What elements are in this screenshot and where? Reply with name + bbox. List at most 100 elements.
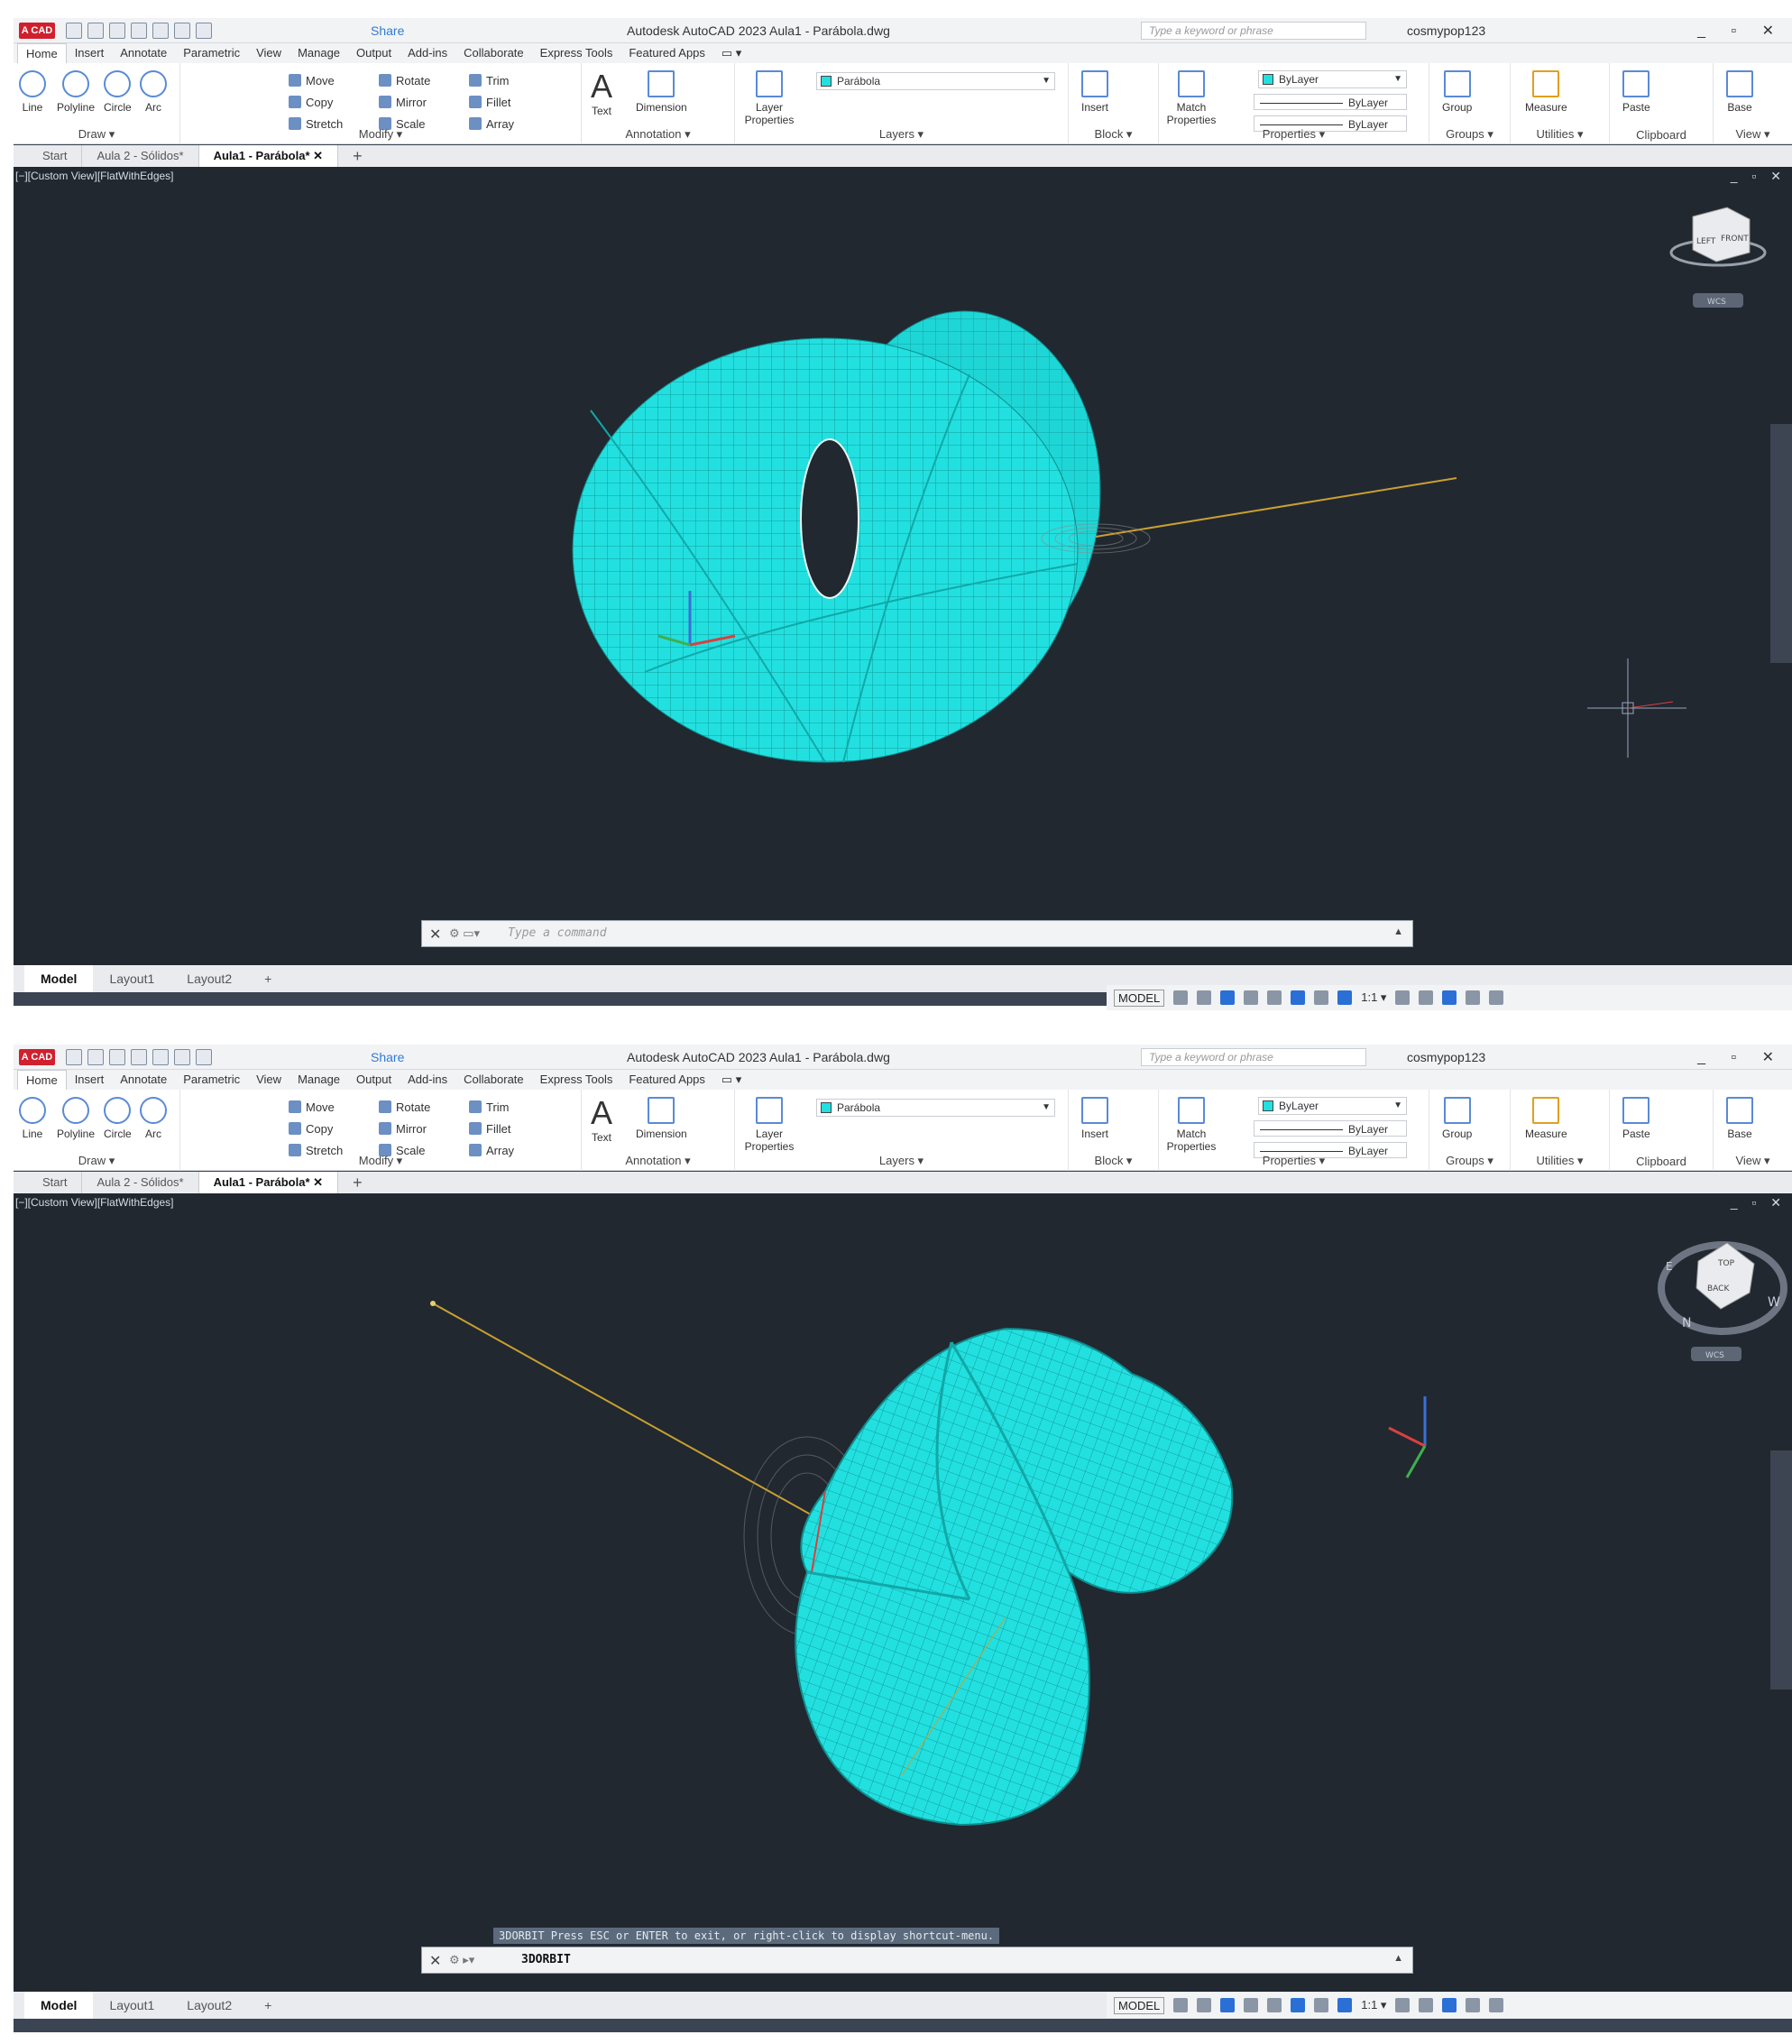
tab-featured-apps[interactable]: Featured Apps	[620, 1070, 713, 1090]
color-dropdown[interactable]: ByLayer ▼	[1258, 70, 1407, 88]
window-controls[interactable]: _ ▫ ✕	[1697, 22, 1785, 40]
ortho-icon[interactable]	[1220, 1998, 1236, 2012]
view-caption[interactable]: View ▾	[1714, 1154, 1792, 1168]
rotate-button[interactable]: Rotate	[379, 1100, 430, 1114]
isolate-icon[interactable]	[1419, 990, 1434, 1005]
arc-button[interactable]: Arc	[140, 1097, 167, 1140]
file-tab-aula1[interactable]: Aula1 - Parábola* ✕	[198, 145, 339, 167]
layout-tab-model[interactable]: Model	[24, 1992, 94, 2019]
layer-dropdown[interactable]: Parábola ▼	[816, 72, 1055, 90]
layer-properties-button[interactable]: Layer Properties	[742, 70, 796, 126]
viewcube-back-face[interactable]: BACK	[1707, 1284, 1730, 1294]
line-button[interactable]: Line	[19, 70, 46, 114]
file-tab-aula2[interactable]: Aula 2 - Sólidos*	[82, 145, 199, 167]
annotation-visibility-icon[interactable]	[1337, 1998, 1353, 2012]
plot-icon[interactable]	[152, 23, 169, 39]
viewcube-left-face[interactable]: LEFT	[1696, 237, 1716, 246]
tab-express-tools[interactable]: Express Tools	[532, 1070, 621, 1090]
match-properties-button[interactable]: Match Properties	[1164, 1097, 1218, 1153]
clean-screen-icon[interactable]	[1466, 1998, 1481, 2012]
move-button[interactable]: Move	[289, 74, 335, 87]
group-button[interactable]: Group	[1442, 1097, 1472, 1140]
redo-icon[interactable]	[196, 1049, 212, 1065]
group-button[interactable]: Group	[1442, 70, 1472, 114]
customize-menu-icon[interactable]	[1489, 1998, 1504, 2012]
paste-button[interactable]: Paste	[1622, 1097, 1650, 1140]
layers-caption[interactable]: Layers ▾	[735, 127, 1068, 142]
draw-caption[interactable]: Draw ▾	[14, 1154, 179, 1168]
compass-north[interactable]: N	[1682, 1316, 1691, 1330]
user-account[interactable]: cosmypop123	[1407, 23, 1485, 38]
search-input[interactable]: Type a keyword or phrase	[1141, 1048, 1366, 1066]
command-customize-icon[interactable]: ⚙ ▭▾	[449, 926, 480, 941]
save-icon[interactable]	[109, 23, 125, 39]
arc-button[interactable]: Arc	[140, 70, 167, 114]
block-caption[interactable]: Block ▾	[1069, 127, 1158, 142]
compass-west[interactable]: W	[1768, 1295, 1780, 1310]
command-customize-icon[interactable]: ⚙ ▸▾	[449, 1953, 474, 1967]
share-button[interactable]: Share	[371, 1050, 404, 1064]
lineweight-icon[interactable]	[1314, 990, 1329, 1005]
utilities-caption[interactable]: Utilities ▾	[1511, 127, 1609, 142]
window-controls[interactable]: _ ▫ ✕	[1697, 1048, 1785, 1066]
trim-button[interactable]: Trim	[469, 1100, 510, 1114]
clipboard-caption[interactable]: Clipboard	[1610, 128, 1713, 142]
command-input[interactable]: 3DORBIT	[521, 1953, 571, 1966]
redo-icon[interactable]	[196, 23, 212, 39]
base-button[interactable]: Base	[1726, 70, 1753, 114]
model-scene[interactable]: TOP BACK N W E WCS	[14, 1193, 1792, 1992]
trim-button[interactable]: Trim	[469, 74, 510, 87]
close-icon[interactable]: ✕	[313, 149, 323, 162]
workspace-gear-icon[interactable]	[1395, 1998, 1411, 2012]
save-icon[interactable]	[109, 1049, 125, 1065]
viewcube[interactable]: LEFT FRONT WCS	[1669, 207, 1767, 308]
close-icon[interactable]: ✕	[313, 1175, 323, 1189]
circle-button[interactable]: Circle	[104, 1097, 132, 1140]
layout-tab-layout2[interactable]: Layout2	[170, 1992, 248, 2019]
hardware-acceleration-icon[interactable]	[1442, 990, 1457, 1005]
annotation-scale[interactable]: 1:1 ▾	[1361, 1998, 1386, 2012]
tab-output[interactable]: Output	[348, 1070, 400, 1090]
tab-panel-toggle[interactable]: ▭ ▾	[713, 43, 749, 63]
wcs-menu[interactable]: WCS	[1705, 1351, 1724, 1360]
tab-annotate[interactable]: Annotate	[112, 1070, 175, 1090]
plot-icon[interactable]	[152, 1049, 169, 1065]
polyline-button[interactable]: Polyline	[57, 1097, 95, 1140]
osnap-icon[interactable]	[1267, 990, 1282, 1005]
utilities-caption[interactable]: Utilities ▾	[1511, 1154, 1609, 1168]
layer-properties-button[interactable]: Layer Properties	[742, 1097, 796, 1153]
tab-collaborate[interactable]: Collaborate	[455, 43, 532, 63]
copy-button[interactable]: Copy	[289, 96, 333, 109]
text-button[interactable]: A Text	[591, 1095, 612, 1145]
compass-east[interactable]: E	[1666, 1260, 1673, 1273]
file-tab-start[interactable]: Start	[28, 1172, 83, 1193]
share-button[interactable]: Share	[371, 23, 404, 38]
clean-screen-icon[interactable]	[1466, 990, 1481, 1005]
save-as-icon[interactable]	[131, 1049, 147, 1065]
workspace-gear-icon[interactable]	[1395, 990, 1411, 1005]
circle-button[interactable]: Circle	[104, 70, 132, 114]
tab-featured-apps[interactable]: Featured Apps	[620, 43, 713, 63]
new-icon[interactable]	[66, 23, 82, 39]
fillet-button[interactable]: Fillet	[469, 1122, 510, 1136]
command-line[interactable]: ✕ ⚙ ▭▾ Type a command ▲	[421, 920, 1413, 947]
properties-caption[interactable]: Properties ▾	[1159, 127, 1429, 142]
properties-caption[interactable]: Properties ▾	[1159, 1154, 1429, 1168]
snap-icon[interactable]	[1197, 990, 1212, 1005]
autocad-logo[interactable]: A CAD	[19, 1049, 55, 1065]
annotation-caption[interactable]: Annotation ▾	[582, 127, 734, 142]
modify-caption[interactable]: Modify ▾	[180, 1154, 581, 1168]
dimension-button[interactable]: Dimension	[636, 1097, 687, 1140]
model-space-toggle[interactable]: MODEL	[1114, 989, 1165, 1007]
modify-caption[interactable]: Modify ▾	[180, 127, 581, 142]
tab-panel-toggle[interactable]: ▭ ▾	[713, 1070, 749, 1090]
autocad-logo[interactable]: A CAD	[19, 23, 55, 39]
linetype-dropdown[interactable]: ByLayer	[1254, 94, 1407, 110]
tab-parametric[interactable]: Parametric	[175, 1070, 248, 1090]
tab-insert[interactable]: Insert	[67, 1070, 113, 1090]
rotate-button[interactable]: Rotate	[379, 74, 430, 87]
undo-icon[interactable]	[174, 23, 190, 39]
fillet-button[interactable]: Fillet	[469, 96, 510, 109]
copy-button[interactable]: Copy	[289, 1122, 333, 1136]
tab-view[interactable]: View	[248, 43, 289, 63]
